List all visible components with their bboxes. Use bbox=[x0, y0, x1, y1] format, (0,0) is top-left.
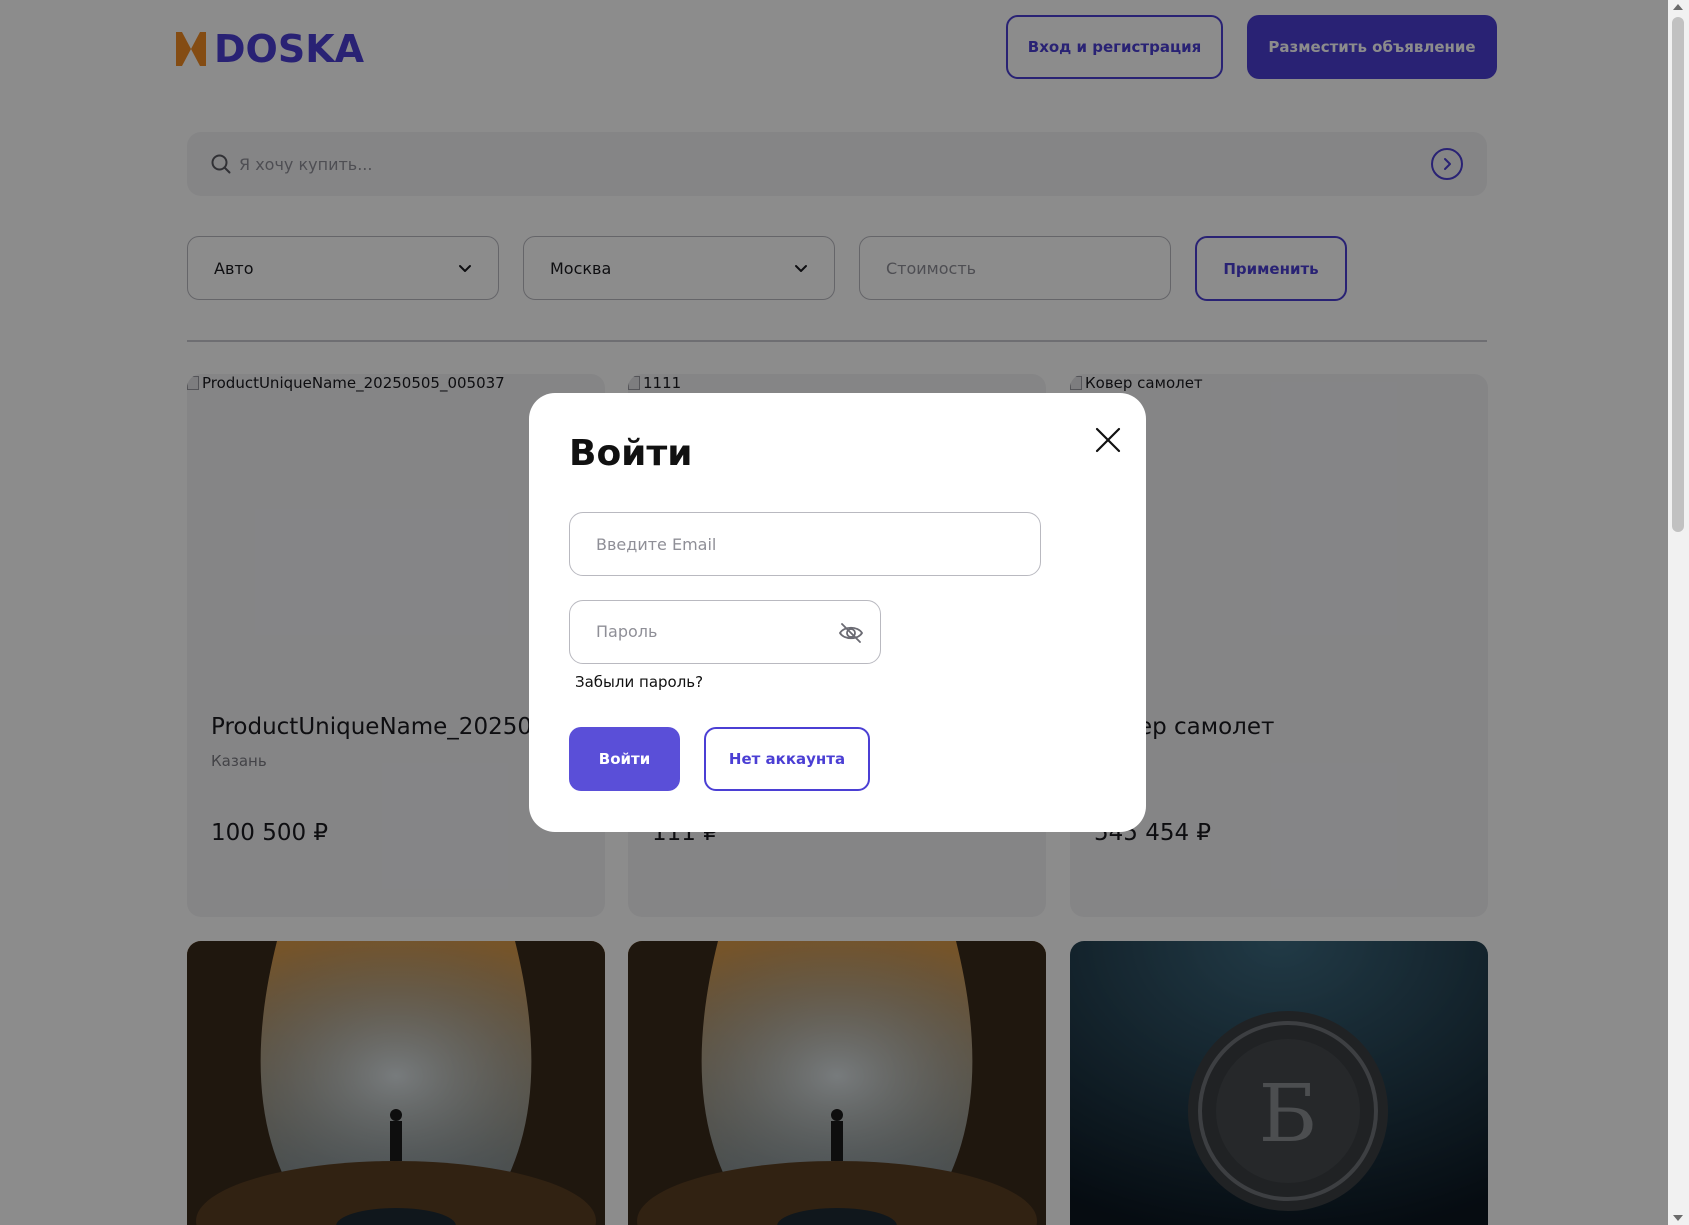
scroll-up-icon[interactable] bbox=[1673, 4, 1683, 10]
close-icon[interactable] bbox=[1093, 425, 1123, 455]
scroll-down-icon[interactable] bbox=[1673, 1215, 1683, 1221]
modal-title: Войти bbox=[569, 433, 693, 474]
eye-off-icon[interactable] bbox=[838, 620, 864, 646]
email-field[interactable] bbox=[569, 512, 1041, 576]
scrollbar[interactable] bbox=[1668, 0, 1689, 1225]
login-submit-button[interactable]: Войти bbox=[569, 727, 680, 791]
password-field-wrapper bbox=[569, 600, 881, 664]
scrollbar-thumb[interactable] bbox=[1672, 17, 1684, 532]
login-modal: Войти Забыли пароль? Войти Нет аккаунта bbox=[529, 393, 1146, 832]
forgot-password-link[interactable]: Забыли пароль? bbox=[575, 673, 703, 691]
password-field[interactable] bbox=[570, 601, 820, 662]
no-account-button[interactable]: Нет аккаунта bbox=[704, 727, 870, 791]
